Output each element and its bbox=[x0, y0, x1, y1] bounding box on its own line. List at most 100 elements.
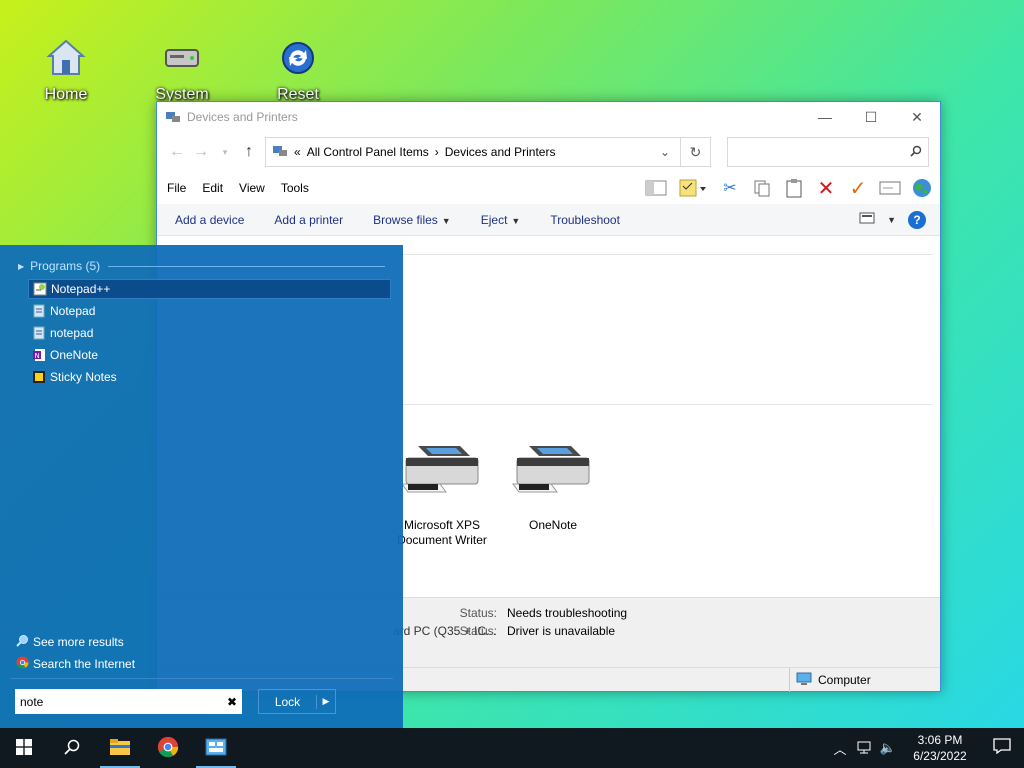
command-bar: Add a device Add a printer Browse files ▼… bbox=[157, 204, 940, 236]
search-icon bbox=[910, 145, 922, 160]
network-icon[interactable] bbox=[852, 740, 876, 757]
start-button[interactable] bbox=[0, 728, 48, 768]
breadcrumb-devices-and-printers[interactable]: Devices and Printers bbox=[445, 145, 556, 159]
cut-icon[interactable]: ✂ bbox=[718, 176, 742, 200]
desktop-icon-home[interactable]: Home bbox=[26, 38, 106, 104]
view-dropdown-icon[interactable]: ▼ bbox=[887, 215, 896, 225]
breadcrumb-overflow[interactable]: « bbox=[294, 145, 301, 159]
rename-icon[interactable] bbox=[878, 176, 902, 200]
menu-edit[interactable]: Edit bbox=[202, 181, 223, 195]
chevron-up-icon[interactable]: ︿ bbox=[828, 739, 852, 758]
up-arrow-icon[interactable]: ↑ bbox=[237, 143, 261, 161]
delete-icon[interactable]: ✕ bbox=[814, 176, 838, 200]
program-sticky-notes[interactable]: Sticky Notes bbox=[28, 367, 391, 387]
breadcrumb-all-control-panel-items[interactable]: All Control Panel Items bbox=[307, 145, 429, 159]
printer-icon bbox=[400, 442, 484, 498]
taskbar-search-button[interactable] bbox=[48, 728, 96, 768]
taskbar: ︿ 🔈 3:06 PM 6/23/2022 bbox=[0, 728, 1024, 768]
lock-button[interactable]: Lock ▶ bbox=[258, 689, 336, 714]
help-icon[interactable]: ? bbox=[908, 210, 926, 229]
clear-search-icon[interactable]: ✖ bbox=[222, 695, 242, 709]
home-icon bbox=[46, 38, 86, 78]
start-search-input[interactable]: note ✖ bbox=[15, 689, 242, 714]
search-icon bbox=[16, 634, 29, 650]
taskbar-chrome[interactable] bbox=[144, 728, 192, 768]
start-search-panel: ▶ Programs (5) Notepad++ Notepad notepad… bbox=[0, 245, 403, 728]
search-icon bbox=[64, 739, 80, 758]
lock-label: Lock bbox=[259, 694, 317, 709]
dropdown-arrow-icon: ▼ bbox=[511, 215, 521, 226]
onenote-icon: N bbox=[32, 348, 46, 362]
windows-logo-icon bbox=[16, 738, 32, 758]
clock-time: 3:06 PM bbox=[917, 733, 963, 747]
desktop-icon-system[interactable]: System bbox=[142, 38, 222, 104]
status-value-1: Needs troubleshooting bbox=[507, 606, 628, 620]
browse-files-button[interactable]: Browse files ▼ bbox=[373, 213, 451, 227]
eject-label: Eject bbox=[480, 212, 508, 227]
properties-icon[interactable] bbox=[676, 176, 710, 200]
menu-tools[interactable]: Tools bbox=[281, 181, 309, 195]
program-notepad-lowercase[interactable]: notepad bbox=[28, 323, 391, 343]
device-onenote[interactable]: OneNote bbox=[498, 442, 608, 533]
notepadpp-icon bbox=[33, 282, 47, 296]
taskbar-file-explorer[interactable] bbox=[96, 728, 144, 768]
recent-dropdown-icon[interactable]: ▾ bbox=[213, 147, 237, 158]
menu-view[interactable]: View bbox=[239, 181, 265, 195]
panel-divider bbox=[10, 678, 393, 679]
chrome-icon bbox=[157, 736, 179, 761]
status-computer: Computer bbox=[789, 668, 871, 692]
taskbar-control-panel[interactable] bbox=[192, 728, 240, 768]
back-arrow-icon[interactable]: ← bbox=[165, 143, 189, 161]
program-onenote[interactable]: N OneNote bbox=[28, 345, 391, 365]
printer-icon bbox=[511, 442, 595, 498]
minimize-button[interactable]: — bbox=[802, 102, 848, 132]
checkmark-icon[interactable]: ✓ bbox=[846, 176, 870, 200]
program-notepadpp[interactable]: Notepad++ bbox=[28, 279, 391, 299]
eject-button[interactable]: Eject ▼ bbox=[481, 213, 521, 227]
program-label: notepad bbox=[50, 326, 94, 340]
device-label-line2: Document Writer bbox=[397, 533, 487, 547]
copy-icon[interactable] bbox=[750, 176, 774, 200]
paste-icon[interactable] bbox=[782, 176, 806, 200]
forward-arrow-icon[interactable]: → bbox=[189, 143, 213, 161]
preview-pane-icon[interactable] bbox=[644, 176, 668, 200]
breadcrumb-separator[interactable]: › bbox=[435, 145, 439, 159]
address-bar[interactable]: « All Control Panel Items › Devices and … bbox=[265, 137, 681, 167]
browse-files-label: Browse files bbox=[373, 212, 438, 227]
refresh-icon[interactable]: ↻ bbox=[681, 137, 711, 167]
clock-date: 6/23/2022 bbox=[913, 749, 967, 763]
globe-icon[interactable] bbox=[910, 176, 934, 200]
view-options-icon[interactable] bbox=[859, 212, 875, 227]
maximize-button[interactable]: ☐ bbox=[848, 102, 894, 132]
volume-icon[interactable]: 🔈 bbox=[876, 740, 900, 756]
clock[interactable]: 3:06 PM 6/23/2022 bbox=[900, 732, 980, 764]
program-notepad[interactable]: Notepad bbox=[28, 301, 391, 321]
desktop-icon-reset[interactable]: Reset bbox=[258, 38, 338, 104]
computer-label: Computer bbox=[818, 673, 871, 687]
troubleshoot-button[interactable]: Troubleshoot bbox=[550, 213, 620, 227]
title-bar[interactable]: Devices and Printers — ☐ ✕ bbox=[157, 102, 940, 132]
add-device-button[interactable]: Add a device bbox=[175, 213, 244, 227]
reset-icon bbox=[278, 38, 318, 78]
close-button[interactable]: ✕ bbox=[894, 102, 940, 132]
sticky-notes-icon bbox=[32, 370, 46, 384]
notification-icon[interactable] bbox=[980, 737, 1024, 759]
dropdown-arrow-icon: ▼ bbox=[441, 215, 451, 226]
add-printer-button[interactable]: Add a printer bbox=[274, 213, 343, 227]
search-box[interactable] bbox=[727, 137, 929, 167]
notepad-icon bbox=[32, 304, 46, 318]
programs-group-label: Programs (5) bbox=[30, 259, 101, 273]
menu-bar: File Edit View Tools ✂ ✕ ✓ bbox=[157, 172, 940, 204]
program-label: Notepad++ bbox=[51, 282, 111, 296]
chevron-down-icon[interactable]: ⌄ bbox=[650, 145, 680, 159]
see-more-results-link[interactable]: See more results bbox=[16, 634, 124, 650]
programs-group-header[interactable]: ▶ Programs (5) bbox=[18, 259, 385, 273]
search-internet-link[interactable]: Search the Internet bbox=[16, 656, 135, 672]
menu-file[interactable]: File bbox=[167, 181, 186, 195]
status-value-2: Driver is unavailable bbox=[507, 624, 616, 638]
desktop-icon-label: Home bbox=[44, 86, 88, 103]
program-label: Sticky Notes bbox=[50, 370, 117, 384]
lock-options-arrow-icon[interactable]: ▶ bbox=[317, 696, 335, 707]
system-tray: ︿ 🔈 3:06 PM 6/23/2022 bbox=[828, 728, 1024, 768]
device-microsoft-xps-document-writer[interactable]: Microsoft XPS Document Writer bbox=[387, 442, 497, 548]
